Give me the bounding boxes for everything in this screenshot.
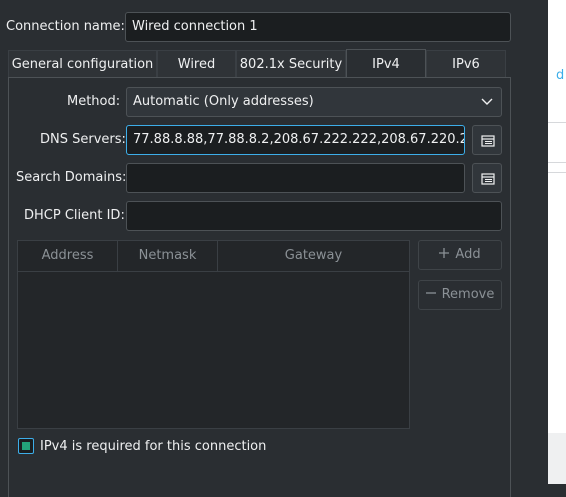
background-window: d in: [548, 0, 566, 484]
tab-8021x-security[interactable]: 802.1x Security: [236, 50, 346, 78]
plus-icon: [439, 241, 450, 269]
add-label: Add: [455, 247, 481, 262]
background-divider: [548, 122, 566, 123]
tab-general-configuration[interactable]: General configuration: [8, 50, 157, 78]
background-footer: [548, 433, 566, 484]
method-value: Automatic (Only addresses): [133, 94, 314, 109]
tab-wired[interactable]: Wired: [157, 50, 236, 78]
remove-label: Remove: [441, 287, 495, 302]
connection-name-label: Connection name:: [6, 19, 125, 34]
dns-servers-label: DNS Servers:: [40, 132, 126, 147]
ipv4-required-label[interactable]: IPv4 is required for this connection: [40, 439, 266, 454]
column-header-gateway[interactable]: Gateway: [218, 241, 409, 271]
dhcp-client-id-label: DHCP Client ID:: [24, 208, 125, 223]
remove-address-button[interactable]: Remove: [418, 280, 502, 310]
list-edit-icon: [481, 173, 495, 185]
add-address-button[interactable]: Add: [418, 240, 502, 270]
tab-ipv6[interactable]: IPv6: [426, 50, 506, 78]
addresses-table-header: Address Netmask Gateway: [18, 241, 409, 272]
column-header-address[interactable]: Address: [18, 241, 118, 271]
search-domains-input[interactable]: [126, 163, 465, 193]
tab-ipv4[interactable]: IPv4: [346, 49, 426, 78]
background-divider: [548, 172, 566, 173]
checkbox-checked-mark: [22, 442, 30, 450]
ipv4-required-checkbox[interactable]: [18, 438, 34, 454]
search-domains-edit-list-button[interactable]: [472, 163, 502, 193]
dns-servers-input[interactable]: 77.88.8.88,77.88.8.2,208.67.222.222,208.…: [126, 125, 465, 155]
connection-name-input[interactable]: Wired connection 1: [125, 12, 511, 42]
chevron-down-icon: [481, 88, 493, 126]
search-domains-label: Search Domains:: [16, 170, 127, 185]
background-link-fragment: d in: [556, 68, 566, 83]
method-label: Method:: [67, 94, 121, 109]
dhcp-client-id-input[interactable]: [126, 201, 502, 231]
background-divider: [548, 162, 566, 163]
minus-icon: [425, 281, 436, 309]
dns-edit-list-button[interactable]: [472, 125, 502, 155]
connection-editor-dialog: Connection name: Wired connection 1 Gene…: [0, 0, 548, 497]
column-header-netmask[interactable]: Netmask: [118, 241, 218, 271]
method-select[interactable]: Automatic (Only addresses): [126, 87, 502, 117]
list-edit-icon: [481, 135, 495, 147]
addresses-table[interactable]: Address Netmask Gateway: [17, 240, 410, 429]
